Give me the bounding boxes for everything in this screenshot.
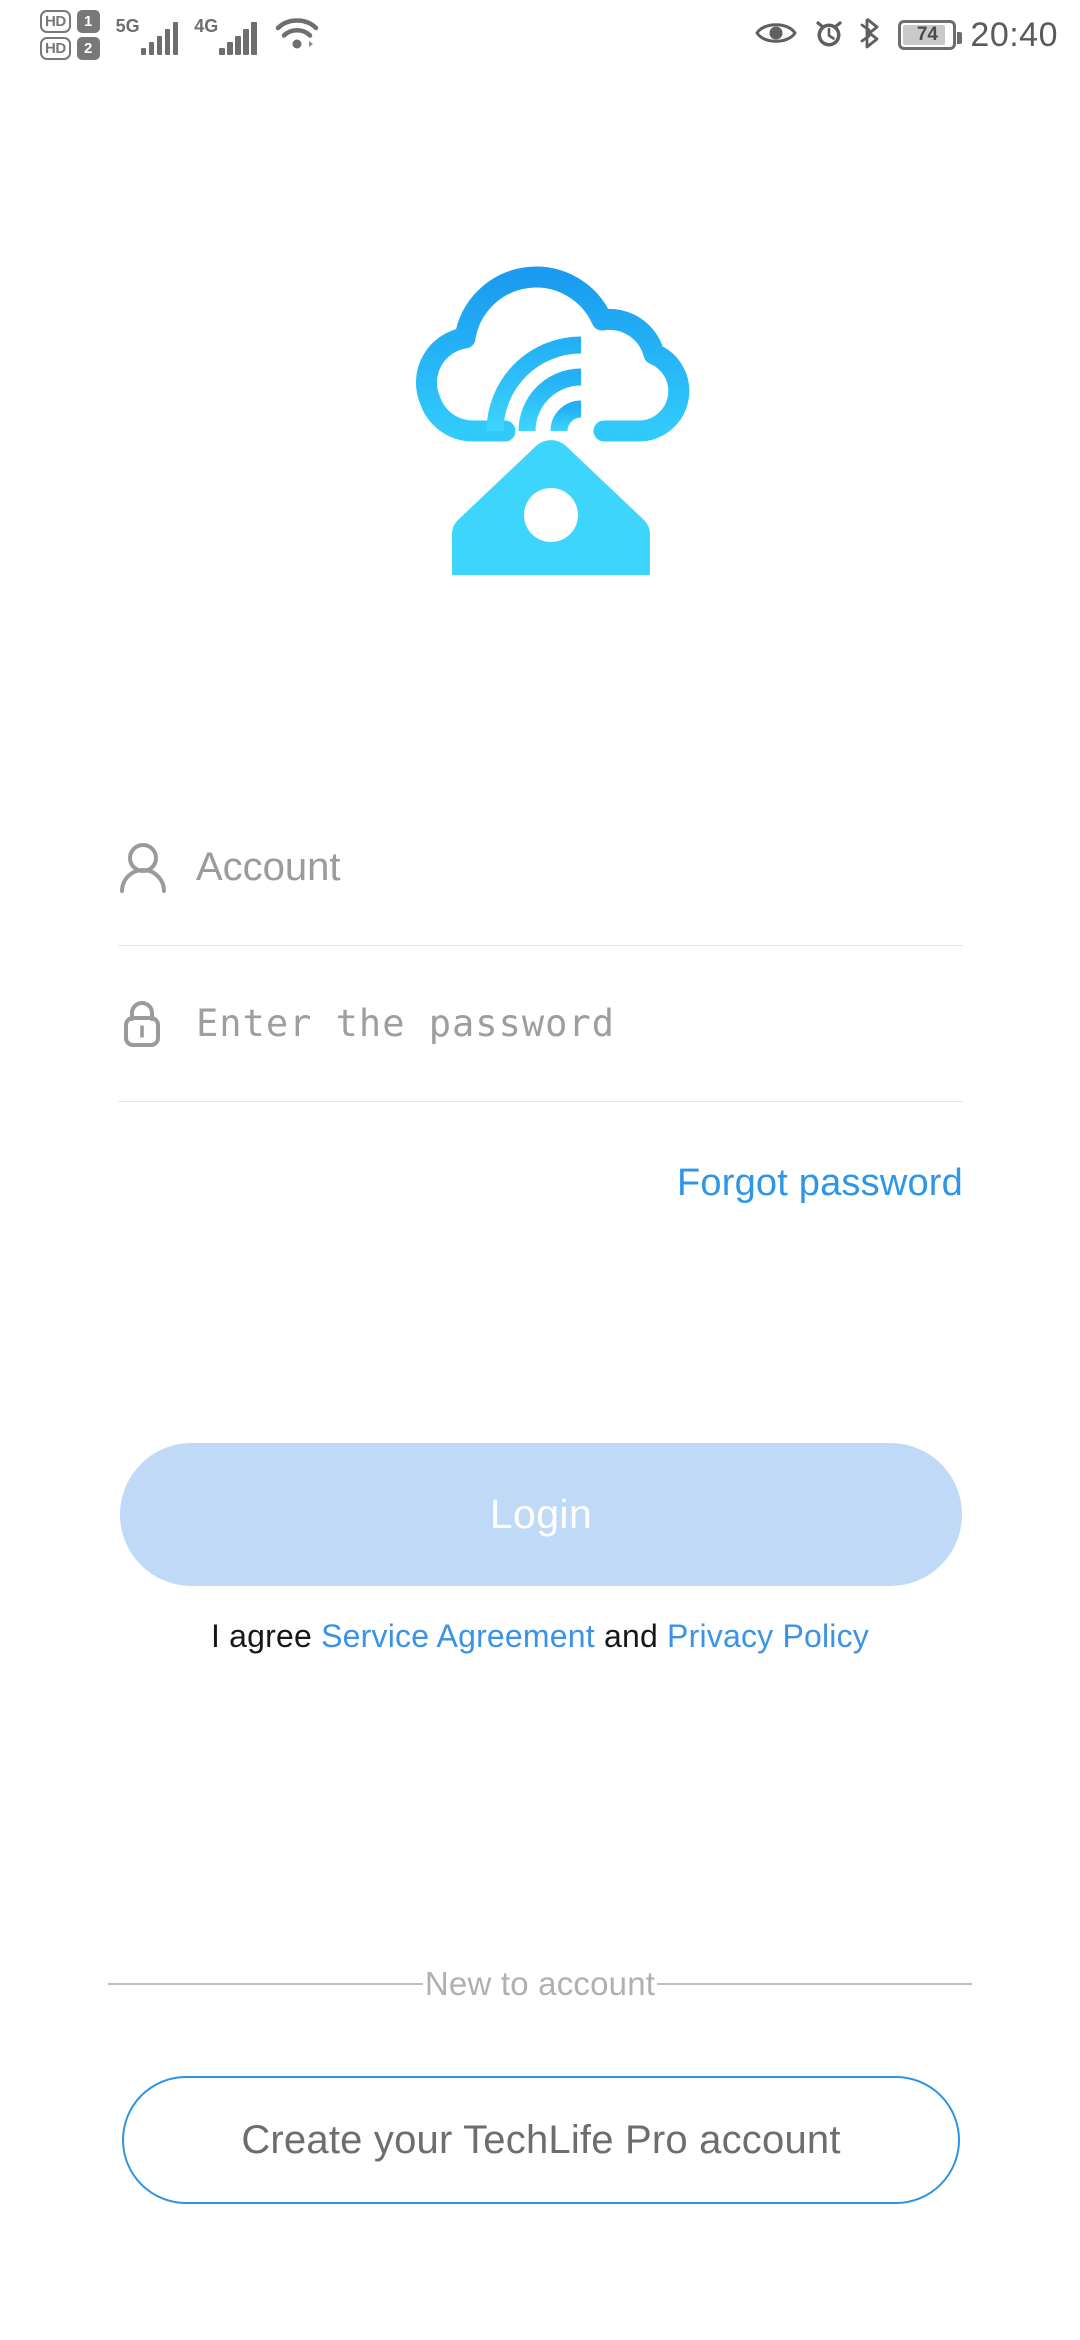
create-account-button[interactable]: Create your TechLife Pro account	[122, 2076, 960, 2204]
status-bar: HD 1 HD 2 5G 4G 74 20:40	[0, 0, 1080, 70]
service-agreement-link[interactable]: Service Agreement	[321, 1618, 595, 1654]
sim-slot-number: 2	[76, 37, 100, 60]
battery-indicator: 74	[898, 20, 963, 50]
sim2-indicator: HD 2	[40, 37, 100, 60]
forgot-password-row: Forgot password	[118, 1162, 963, 1205]
password-input[interactable]	[172, 1002, 963, 1045]
privacy-policy-link[interactable]: Privacy Policy	[667, 1618, 869, 1654]
network-type-label: 4G	[194, 15, 219, 36]
sim1-indicator: HD 1	[40, 10, 100, 33]
status-bar-right: 74 20:40	[754, 16, 1058, 55]
wifi-icon	[273, 13, 321, 58]
eye-care-icon	[754, 18, 798, 53]
app-logo	[0, 215, 1080, 575]
divider-line-left	[108, 1983, 423, 1985]
battery-percent-label: 74	[916, 24, 938, 45]
divider-line-right	[657, 1983, 973, 1985]
person-icon	[118, 841, 172, 895]
signal-indicator-1: 5G	[116, 16, 179, 55]
lock-icon	[118, 997, 172, 1051]
agreement-prefix: I agree	[210, 1618, 322, 1654]
alarm-clock-icon	[812, 16, 846, 55]
new-account-divider: New to account	[108, 1965, 973, 2003]
bluetooth-icon	[860, 16, 884, 55]
account-field-row[interactable]	[118, 790, 963, 946]
network-type-label: 5G	[115, 15, 140, 36]
agreement-text: I agree Service Agreement and Privacy Po…	[0, 1618, 1080, 1655]
signal-indicator-2: 4G	[194, 16, 257, 55]
status-bar-clock: 20:40	[970, 15, 1058, 54]
login-form: Forgot password	[118, 790, 963, 1205]
account-input[interactable]	[172, 845, 963, 890]
signal-bars-icon	[140, 21, 179, 55]
signal-bars-icon	[219, 21, 257, 55]
sim-slot-number: 1	[76, 10, 100, 33]
agreement-middle: and	[594, 1618, 668, 1654]
hd-badge-icon: HD	[40, 37, 71, 60]
hd-badge-icon: HD	[40, 10, 71, 33]
cloud-home-logo-svg	[416, 266, 690, 575]
divider-label: New to account	[424, 1965, 656, 2002]
dual-sim-indicators: HD 1 HD 2	[40, 10, 100, 60]
forgot-password-link[interactable]: Forgot password	[677, 1162, 963, 1204]
status-bar-left: HD 1 HD 2 5G 4G	[40, 10, 321, 60]
login-screen: HD 1 HD 2 5G 4G 74 20:40 Account Forgot …	[0, 0, 1080, 2340]
login-button[interactable]: Login	[120, 1443, 962, 1586]
password-field-row[interactable]	[118, 946, 963, 1102]
